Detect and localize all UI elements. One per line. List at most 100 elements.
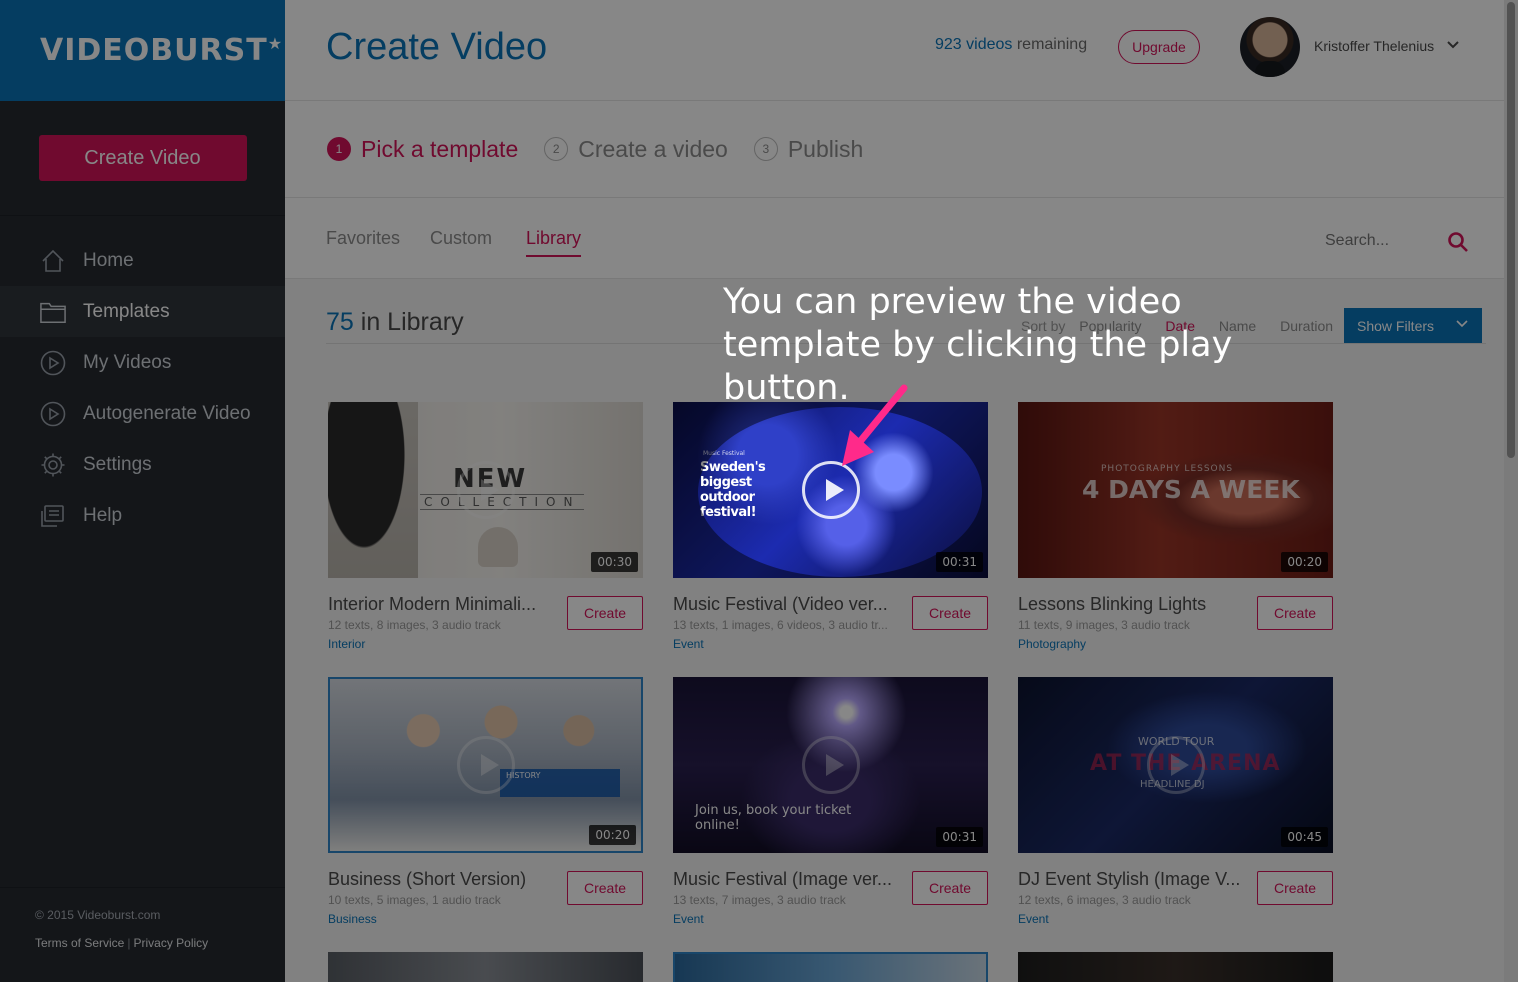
template-thumbnail[interactable]: Music Festival Sweden's biggest outdoor … bbox=[673, 402, 988, 578]
create-button[interactable]: Create bbox=[912, 596, 988, 630]
play-icon[interactable] bbox=[1146, 736, 1205, 794]
template-title[interactable]: Music Festival (Video ver... bbox=[673, 594, 898, 615]
sidebar-item-home[interactable]: Home bbox=[0, 235, 285, 286]
videos-remaining: 923 videos remaining bbox=[935, 36, 1087, 54]
template-category[interactable]: Event bbox=[673, 637, 988, 651]
template-thumbnail[interactable] bbox=[673, 952, 988, 982]
copyright-text: © 2015 Videoburst.com bbox=[35, 908, 161, 922]
step-pick-template[interactable]: 1 Pick a template bbox=[327, 136, 518, 163]
template-meta: 13 texts, 1 images, 6 videos, 3 audio tr… bbox=[673, 618, 888, 632]
template-card: HISTORY 00:20 Business (Short Version) 1… bbox=[328, 677, 643, 926]
template-thumbnail[interactable]: HISTORY 00:20 bbox=[328, 677, 643, 853]
chevron-down-icon bbox=[1456, 318, 1468, 332]
sidebar-item-label: Home bbox=[83, 249, 134, 271]
sidebar-item-autogenerate-video[interactable]: Autogenerate Video bbox=[0, 388, 285, 439]
template-meta: 12 texts, 8 images, 3 audio track bbox=[328, 618, 501, 632]
play-icon[interactable] bbox=[456, 736, 515, 794]
library-count-number: 75 bbox=[326, 308, 354, 336]
thumb-title: Sweden's biggest outdoor festival! bbox=[700, 460, 766, 520]
remaining-count: 923 videos bbox=[935, 36, 1013, 53]
template-meta: 10 texts, 5 images, 1 audio track bbox=[328, 893, 501, 907]
step-label: Create a video bbox=[578, 135, 728, 162]
play-icon[interactable] bbox=[801, 461, 860, 519]
tab-custom[interactable]: Custom bbox=[430, 228, 492, 255]
play-icon[interactable] bbox=[801, 736, 860, 794]
template-category[interactable]: Photography bbox=[1018, 637, 1333, 651]
sidebar-item-my-videos[interactable]: My Videos bbox=[0, 337, 285, 388]
thumb-title: 4 DAYS A WEEK bbox=[1082, 475, 1300, 504]
template-thumbnail[interactable]: NEW COLLECTION 00:30 bbox=[328, 402, 643, 578]
template-title[interactable]: DJ Event Stylish (Image V... bbox=[1018, 869, 1243, 890]
template-category[interactable]: Event bbox=[1018, 912, 1333, 926]
sort-date[interactable]: Date bbox=[1165, 318, 1195, 334]
template-title[interactable]: Business (Short Version) bbox=[328, 869, 553, 890]
upgrade-button[interactable]: Upgrade bbox=[1118, 30, 1200, 64]
library-count-label: in Library bbox=[360, 308, 464, 336]
template-tabs: Favorites Custom Library bbox=[285, 198, 1518, 279]
template-thumbnail[interactable] bbox=[1018, 952, 1333, 982]
page-title: Create Video bbox=[326, 26, 548, 68]
sidebar-item-label: Templates bbox=[83, 300, 170, 322]
privacy-link[interactable]: Privacy Policy bbox=[133, 936, 208, 950]
sort-popularity[interactable]: Popularity bbox=[1079, 318, 1141, 334]
videoburst-logo[interactable]: VIDEOBURST★ bbox=[40, 33, 283, 68]
template-card: Join us, book your ticket online! 00:31 … bbox=[673, 677, 988, 926]
library-header: 75 in Library Sort by Popularity Date Na… bbox=[326, 306, 1486, 344]
template-thumbnail[interactable]: WORLD TOUR AT THE ARENA HEADLINE DJ 00:4… bbox=[1018, 677, 1333, 853]
duration-badge: 00:20 bbox=[589, 825, 636, 845]
tab-favorites[interactable]: Favorites bbox=[326, 228, 400, 255]
create-button[interactable]: Create bbox=[567, 596, 643, 630]
terms-link[interactable]: Terms of Service bbox=[35, 936, 124, 950]
logo-bar: VIDEOBURST★ bbox=[0, 0, 285, 101]
sort-name[interactable]: Name bbox=[1219, 318, 1256, 334]
template-category[interactable]: Event bbox=[673, 912, 988, 926]
step-create-video[interactable]: 2 Create a video bbox=[544, 136, 728, 163]
plant-decor bbox=[328, 402, 418, 578]
sort-label: Sort by bbox=[1021, 318, 1066, 334]
template-category[interactable]: Interior bbox=[328, 637, 643, 651]
template-thumbnail[interactable]: Join us, book your ticket online! 00:31 bbox=[673, 677, 988, 853]
create-button[interactable]: Create bbox=[1257, 596, 1333, 630]
chevron-down-icon[interactable] bbox=[1447, 39, 1459, 53]
step-publish[interactable]: 3 Publish bbox=[753, 136, 863, 163]
footer-links: Terms of Service | Privacy Policy bbox=[35, 936, 285, 950]
sidebar-item-label: My Videos bbox=[83, 351, 172, 373]
template-thumbnail[interactable] bbox=[328, 952, 643, 982]
template-meta: 12 texts, 6 images, 3 audio track bbox=[1018, 893, 1191, 907]
main-content: Create Video 923 videos remaining Upgrad… bbox=[285, 0, 1518, 982]
sidebar-nav: Home Templates My Videos Autogenerate Vi… bbox=[0, 235, 285, 541]
user-name[interactable]: Kristoffer Thelenius bbox=[1314, 38, 1434, 54]
sidebar-create-video-button[interactable]: Create Video bbox=[38, 135, 247, 181]
sort-duration[interactable]: Duration bbox=[1280, 318, 1333, 334]
link-separator: | bbox=[127, 936, 131, 950]
scrollbar-thumb[interactable] bbox=[1507, 2, 1515, 458]
sidebar-item-help[interactable]: Help bbox=[0, 490, 285, 541]
template-card: PHOTOGRAPHY LESSONS 4 DAYS A WEEK 00:20 … bbox=[1018, 402, 1333, 651]
template-title[interactable]: Music Festival (Image ver... bbox=[673, 869, 898, 890]
home-icon bbox=[40, 248, 66, 274]
step-label: Pick a template bbox=[361, 135, 519, 162]
scrollbar[interactable] bbox=[1504, 0, 1518, 982]
step-number: 1 bbox=[327, 137, 351, 161]
template-category[interactable]: Business bbox=[328, 912, 643, 926]
create-button[interactable]: Create bbox=[1257, 871, 1333, 905]
template-title[interactable]: Lessons Blinking Lights bbox=[1018, 594, 1243, 615]
tab-library[interactable]: Library bbox=[526, 228, 582, 257]
bowl-decor bbox=[478, 527, 518, 567]
create-button[interactable]: Create bbox=[567, 871, 643, 905]
create-button[interactable]: Create bbox=[912, 871, 988, 905]
show-filters-button[interactable]: Show Filters bbox=[1344, 308, 1482, 343]
duration-badge: 00:20 bbox=[1281, 552, 1328, 572]
thumb-subtitle: PHOTOGRAPHY LESSONS bbox=[1101, 464, 1234, 474]
template-thumbnail[interactable]: PHOTOGRAPHY LESSONS 4 DAYS A WEEK 00:20 bbox=[1018, 402, 1333, 578]
sidebar-item-settings[interactable]: Settings bbox=[0, 439, 285, 490]
thumb-subtitle: Music Festival bbox=[703, 450, 745, 457]
avatar[interactable] bbox=[1240, 17, 1300, 77]
folder-icon bbox=[40, 299, 66, 325]
template-title[interactable]: Interior Modern Minimali... bbox=[328, 594, 553, 615]
sidebar-item-templates[interactable]: Templates bbox=[0, 286, 285, 337]
sidebar-item-label: Help bbox=[83, 504, 123, 526]
search-icon[interactable] bbox=[1447, 231, 1469, 253]
sort-bar: Sort by Popularity Date Name Duration bbox=[1021, 318, 1353, 334]
play-icon[interactable] bbox=[456, 461, 515, 519]
